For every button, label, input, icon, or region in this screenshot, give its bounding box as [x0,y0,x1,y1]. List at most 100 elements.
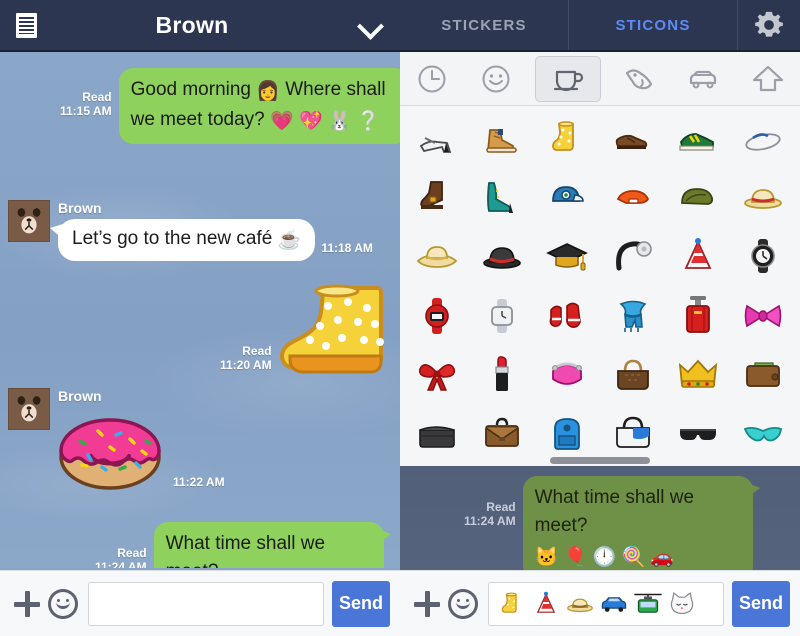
send-button[interactable]: Send [332,580,390,627]
sticker-message-input[interactable] [488,581,724,626]
chat-panel: Brown Read 11:15 AM Good morning 👩 Where… [0,0,400,636]
red-digital-watch-icon [424,297,449,334]
sticker-striped-party-hat[interactable] [665,227,730,286]
tab-stickers[interactable]: STICKERS [400,0,569,50]
smiley-face-icon[interactable] [448,588,478,619]
collapse-button[interactable] [342,0,400,51]
sticker-black-wristwatch[interactable] [731,227,796,286]
sticker-silver-wristwatch[interactable] [469,286,534,345]
yellow-polka-dot-rain-boot-sticker[interactable] [279,282,390,387]
sticker-blue-baseball-cap[interactable] [535,167,600,226]
message-bubble-5[interactable]: What time shall we meet? 🐱 🎈 🕛 🍭 🚗 [153,522,391,568]
yellow-rain-boot-icon[interactable] [497,589,527,619]
message-text-5: What time shall we meet? [165,533,326,568]
message-text-1c: we meet today? [130,109,265,130]
plus-icon[interactable] [10,587,44,621]
app-root: Brown Read 11:15 AM Good morning 👩 Where… [0,0,800,636]
sticker-red-winter-gloves[interactable] [535,286,600,345]
sticker-brown-handbag[interactable] [600,345,665,404]
sticker-graduation-cap[interactable] [535,227,600,286]
brown-dress-shoe-icon [615,134,647,149]
sticker-yellow-rain-boot[interactable] [535,108,600,167]
sticker-black-sunglasses[interactable] [665,405,730,464]
picker-chat-preview: Read 11:24 AM What time shall we meet? 🐱… [400,466,800,570]
high-heel-sandal-icon [419,136,451,153]
sticker-red-ribbon-bow[interactable] [404,345,469,404]
green-flat-cap-icon [681,188,714,205]
sticker-straw-boater-hat[interactable] [731,167,796,226]
sticker-tan-work-boot[interactable] [469,108,534,167]
cony-rabbit-emoji: 🐰 [327,111,352,132]
pink-hair-bow-icon [745,304,782,327]
sticker-brown-dress-shoe[interactable] [600,108,665,167]
pink-donut-sticker[interactable] [58,407,163,491]
sticker-gold-crown[interactable] [665,345,730,404]
sticker-brown-briefcase[interactable] [469,405,534,464]
message-bubble-1[interactable]: Good morning 👩 Where shall we meet today… [118,68,400,144]
sticker-green-flat-cap[interactable] [665,167,730,226]
smiley-face-icon[interactable] [48,588,78,619]
orange-visor-icon [616,190,649,204]
plus-icon[interactable] [410,587,444,621]
blue-car-icon[interactable] [599,589,629,619]
brown-bear-avatar[interactable] [8,200,50,242]
sender-name-2: Brown [58,200,102,216]
message-status-1: Read 11:15 AM [60,90,112,118]
green-sneaker-icon [679,132,714,151]
page-title: Brown [155,11,229,38]
sticker-flip-flop-sandal[interactable] [731,108,796,167]
cable-car-icon[interactable] [633,589,663,619]
settings-button[interactable] [738,0,800,50]
sticker-picker-panel: STICKERS STICONS Read 11:24 AM What time… [400,0,800,636]
message-bubble-2[interactable]: Let’s go to the new café ☕ [49,219,316,261]
car-icon [690,70,717,88]
sticker-blue-backpack[interactable] [535,405,600,464]
black-fedora-hat-icon [483,247,521,270]
coffee-cup-emoji: ☕ [277,230,302,251]
sticker-pink-coin-purse[interactable] [535,345,600,404]
cat-smileys[interactable] [464,56,528,102]
sender-name-4: Brown [58,388,102,404]
sticker-high-heel-sandal[interactable] [404,108,469,167]
tan-work-boot-icon [486,128,517,153]
sticker-red-digital-watch[interactable] [404,286,469,345]
gold-crown-icon [678,359,718,388]
cat-vehicles[interactable] [671,56,735,102]
sticker-orange-visor[interactable] [600,167,665,226]
sticker-blue-white-tote-bag[interactable] [600,405,665,464]
striped-party-hat-icon [684,238,712,270]
message-input[interactable] [88,581,324,626]
white-cat-face-icon[interactable] [667,589,697,619]
flip-flop-sandal-icon [745,132,781,151]
brown-bear-avatar[interactable] [8,388,50,430]
incoming-content-2: Brown Let’s go to the new café ☕ 11:18 A… [49,200,373,261]
blue-white-tote-bag-icon [615,417,650,449]
sticker-green-sneaker[interactable] [665,108,730,167]
sticker-pink-hair-bow[interactable] [731,286,796,345]
sticker-brown-cowboy-boot[interactable] [404,167,469,226]
sticker-teal-high-heel[interactable] [469,167,534,226]
sticker-red-suitcase[interactable] [665,286,730,345]
preview-message-text: What time shall we meet? [534,487,695,536]
sticker-black-fedora-hat[interactable] [469,227,534,286]
sticker-red-lipstick[interactable] [469,345,534,404]
cat-animals[interactable] [607,56,671,102]
sticker-flower-headband[interactable] [600,227,665,286]
sticker-teal-sunglasses[interactable] [731,405,796,464]
pink-coin-purse-icon [552,362,583,385]
grid-scrollbar[interactable] [550,457,650,464]
sticker-beige-sun-hat[interactable] [404,227,469,286]
striped-party-hat-icon[interactable] [531,589,561,619]
straw-boater-hat-icon[interactable] [565,589,595,619]
cat-symbols[interactable] [736,56,800,102]
tab-sticons[interactable]: STICONS [569,0,738,50]
sticker-brown-wallet[interactable] [731,345,796,404]
cat-recent[interactable] [400,56,464,102]
sticker-black-clutch-bag[interactable] [404,405,469,464]
cat-objects[interactable] [534,55,601,102]
black-clutch-bag-icon [418,426,455,449]
send-button[interactable]: Send [732,580,790,627]
sticker-blue-knit-scarf[interactable] [600,286,665,345]
graduation-cap-icon [546,243,589,271]
message-status-5: Read 11:24 AM [95,546,147,568]
